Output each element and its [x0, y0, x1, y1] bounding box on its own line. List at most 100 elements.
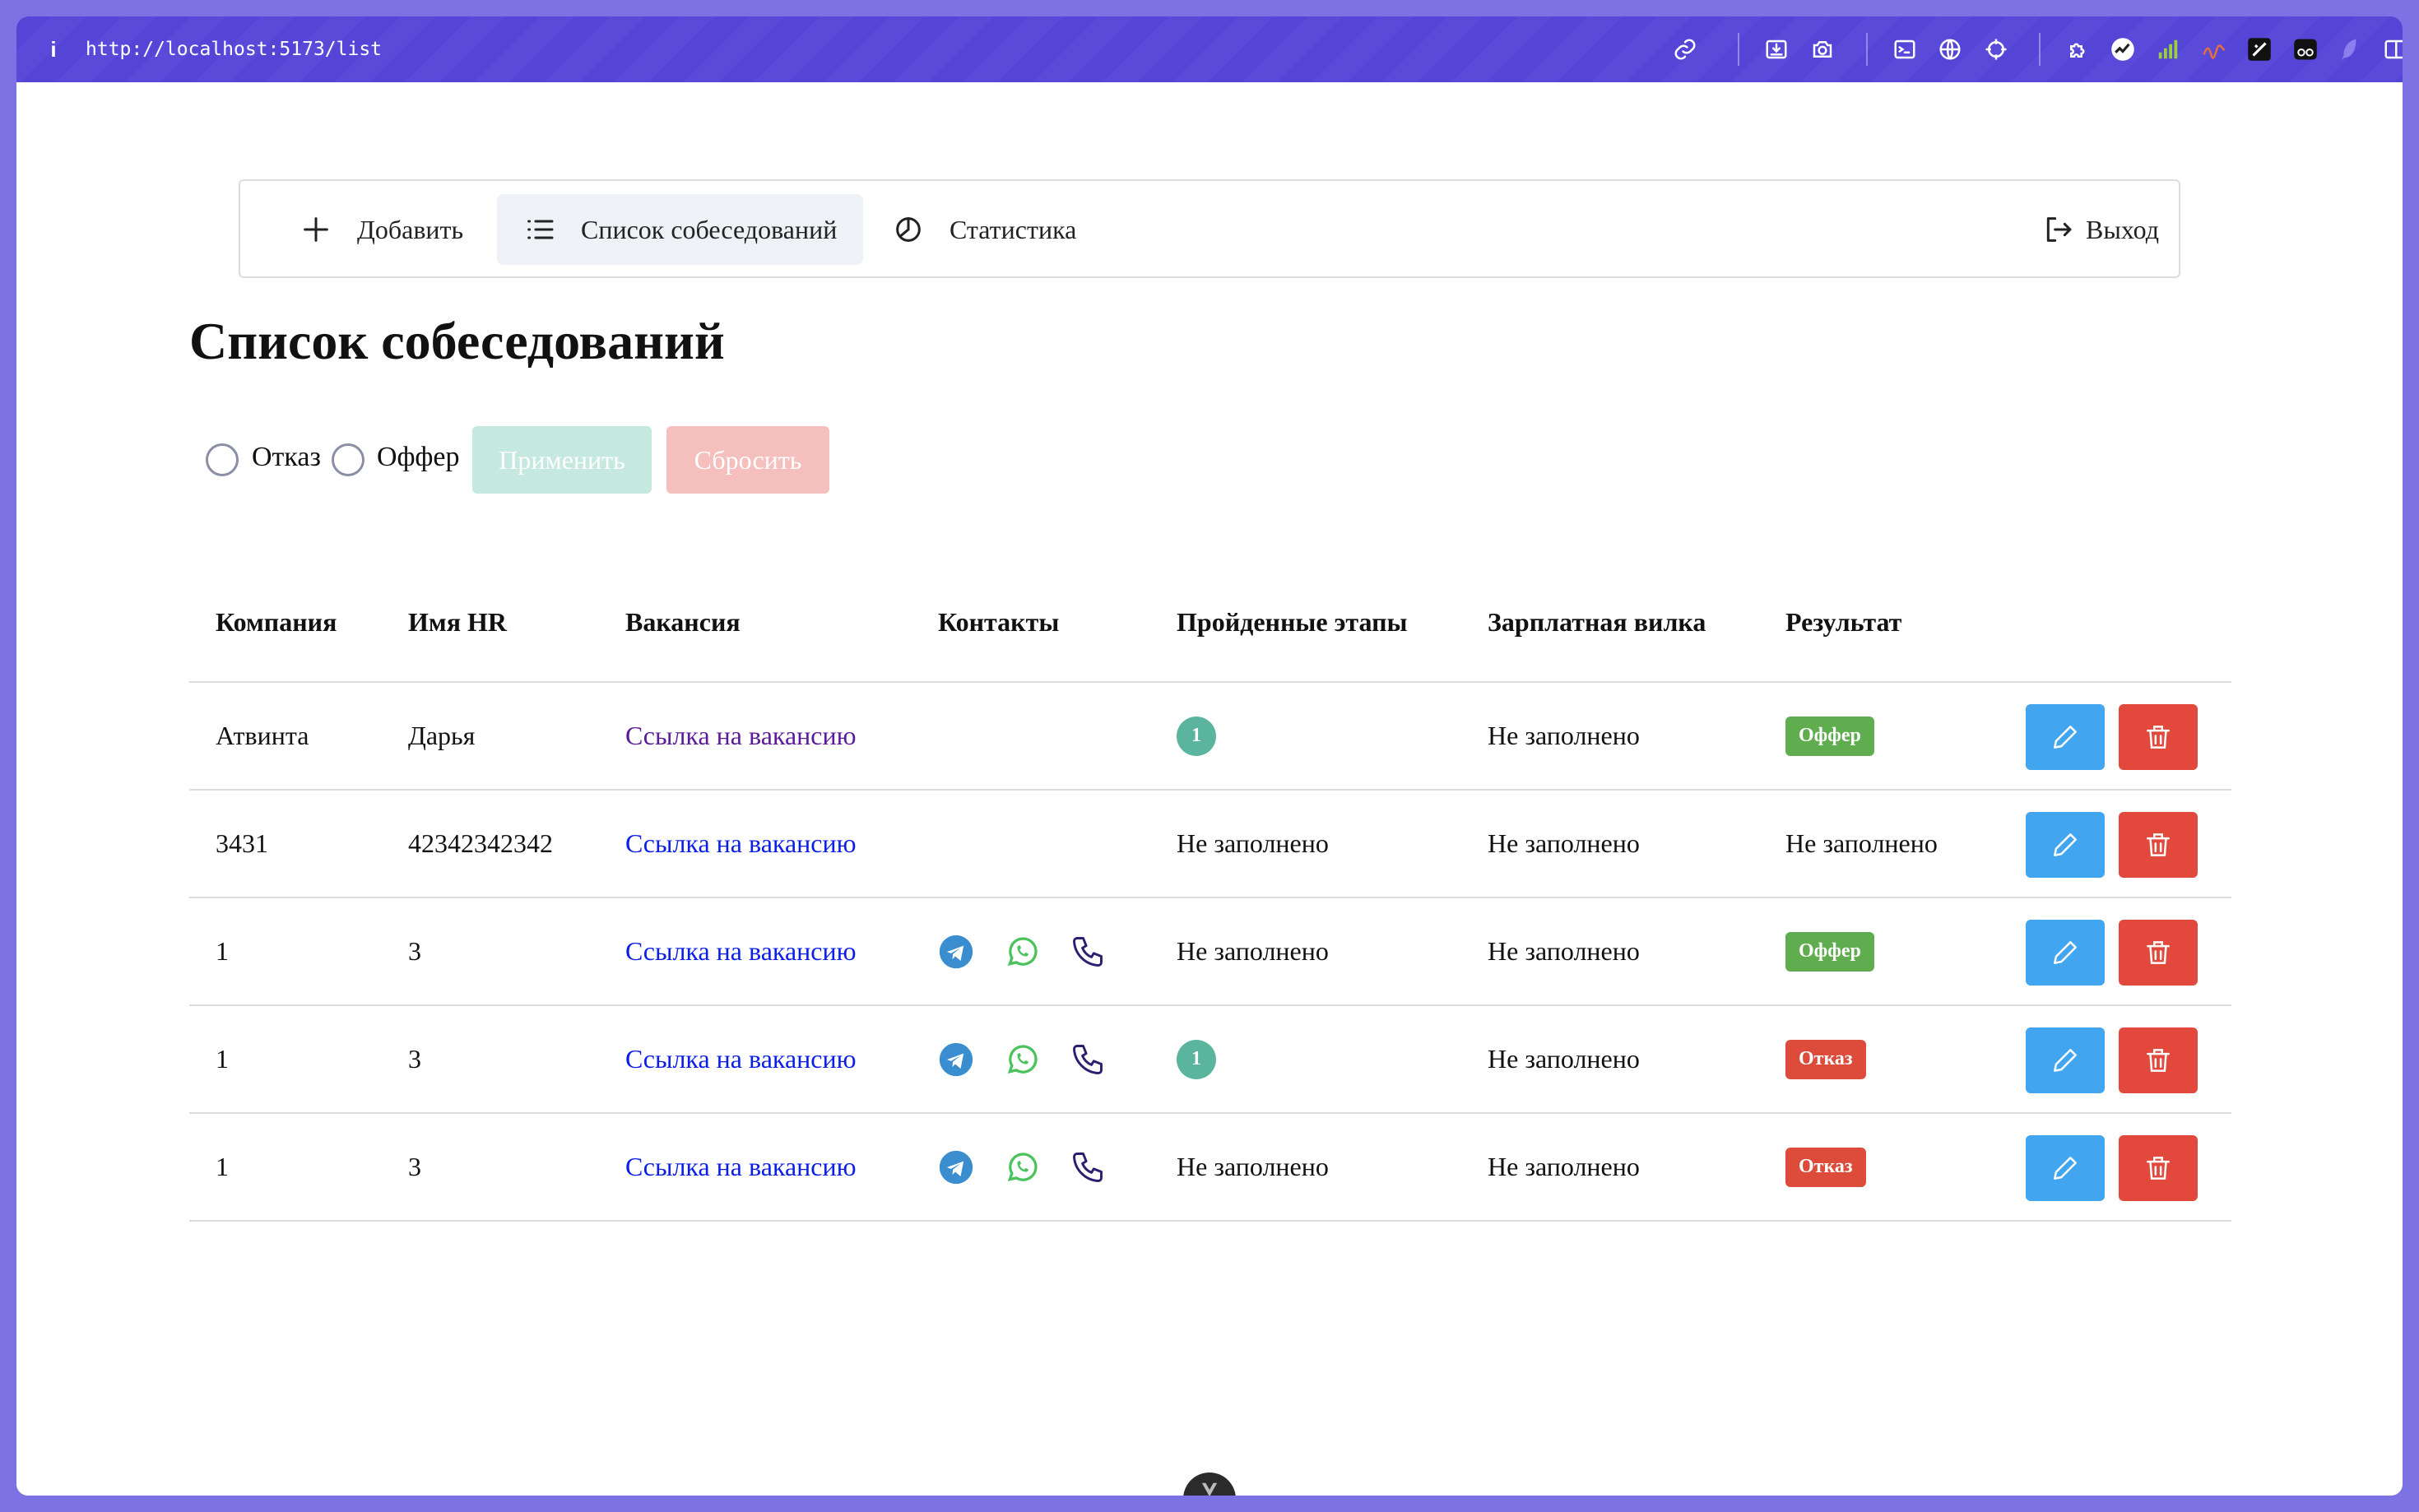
telegram-icon[interactable] — [938, 1149, 974, 1185]
page-title: Список собеседований — [189, 312, 725, 370]
nav-logout-label: Выход — [2086, 214, 2159, 244]
company-cell: 3431 — [216, 828, 268, 858]
wave-icon[interactable] — [2202, 37, 2226, 62]
camera-icon[interactable] — [1810, 37, 1835, 62]
hr-name-cell: Дарья — [408, 721, 476, 750]
delete-button[interactable] — [2119, 1027, 2198, 1093]
salary-cell: Не заполнено — [1488, 936, 1640, 966]
signal-icon[interactable] — [2156, 37, 2180, 62]
edit-button[interactable] — [2026, 704, 2105, 770]
delete-button[interactable] — [2119, 920, 2198, 986]
sidebar-icon[interactable] — [2383, 37, 2403, 62]
delete-button[interactable] — [2119, 812, 2198, 878]
result-badge: Оффер — [1785, 931, 1874, 972]
salary-cell: Не заполнено — [1488, 721, 1640, 750]
contacts-cell — [938, 1006, 1135, 1112]
reset-button[interactable]: Сбросить — [666, 426, 829, 494]
plus-icon — [304, 217, 328, 242]
interviews-table: Компания Имя HR Вакансия Контакты Пройде… — [189, 576, 2231, 1222]
result-badge: Отказ — [1785, 1039, 1866, 1079]
vacancy-link[interactable]: Ссылка на вакансию — [625, 721, 857, 751]
salary-cell: Не заполнено — [1488, 1044, 1640, 1074]
edit-button[interactable] — [2026, 812, 2105, 878]
toolbar-separator — [1866, 33, 1868, 66]
offer-radio[interactable] — [332, 443, 364, 476]
import-icon[interactable] — [1764, 37, 1789, 62]
whatsapp-icon[interactable] — [1004, 1041, 1040, 1078]
delete-button[interactable] — [2119, 704, 2198, 770]
company-cell: 1 — [216, 936, 229, 966]
vue-logo-icon — [1201, 1482, 1218, 1496]
vue-devtools-toggle[interactable] — [1183, 1473, 1236, 1496]
header-hr-name: Имя HR — [408, 607, 507, 637]
browser-toolbar: i http://localhost:5173/list — [16, 16, 2403, 82]
table-row: 3431 42342342342 Ссылка на вакансию Не з… — [189, 791, 2231, 898]
terminal-icon[interactable] — [1892, 37, 1917, 62]
stages-badge: 1 — [1177, 1039, 1216, 1079]
vacancy-link[interactable]: Ссылка на вакансию — [625, 828, 857, 859]
address-bar-url[interactable]: http://localhost:5173/list — [86, 39, 382, 60]
reject-radio-label[interactable]: Отказ — [252, 442, 321, 473]
feather-icon[interactable] — [2338, 37, 2362, 62]
company-cell: Атвинта — [216, 721, 309, 750]
stages-cell: Не заполнено — [1177, 1152, 1329, 1181]
telegram-icon[interactable] — [938, 934, 974, 970]
pie-chart-icon — [896, 217, 921, 242]
table-row: 1 3 Ссылка на вакансию 1 Не заполнено От… — [189, 1006, 2231, 1114]
stages-cell: Не заполнено — [1177, 828, 1329, 858]
pencil-icon — [2054, 1157, 2077, 1180]
phone-icon[interactable] — [1070, 1149, 1106, 1185]
result-badge: Отказ — [1785, 1147, 1866, 1187]
top-navigation: Добавить Список собеседований Статистика… — [239, 179, 2180, 278]
offer-radio-label[interactable]: Оффер — [377, 442, 460, 473]
whatsapp-icon[interactable] — [1004, 1149, 1040, 1185]
table-row: 1 3 Ссылка на вакансию Не заполнено Не з… — [189, 1114, 2231, 1222]
result-cell: Не заполнено — [1785, 828, 1938, 858]
contacts-cell — [938, 1114, 1135, 1220]
reject-radio[interactable] — [206, 443, 239, 476]
header-vacancy: Вакансия — [625, 607, 741, 637]
edit-button[interactable] — [2026, 920, 2105, 986]
vacancy-link[interactable]: Ссылка на вакансию — [625, 1152, 857, 1182]
filter-bar: Отказ Оффер Применить Сбросить — [189, 426, 847, 494]
table-row: Атвинта Дарья Ссылка на вакансию 1 Не за… — [189, 683, 2231, 791]
phone-icon[interactable] — [1070, 934, 1106, 970]
hr-name-cell: 3 — [408, 1152, 421, 1181]
info-icon[interactable]: i — [44, 37, 63, 63]
puzzle-icon[interactable] — [2066, 37, 2091, 62]
whatsapp-icon[interactable] — [1004, 934, 1040, 970]
ink-icon[interactable] — [2247, 37, 2272, 62]
contacts-cell — [938, 898, 1135, 1004]
company-cell: 1 — [216, 1044, 229, 1074]
table-row: 1 3 Ссылка на вакансию Не заполнено Не з… — [189, 898, 2231, 1006]
nav-add[interactable]: Добавить — [273, 194, 490, 265]
result-badge: Оффер — [1785, 716, 1874, 756]
nav-statistics[interactable]: Статистика — [866, 194, 1103, 265]
table-header: Компания Имя HR Вакансия Контакты Пройде… — [189, 576, 2231, 683]
edit-button[interactable] — [2026, 1135, 2105, 1201]
vacancy-link[interactable]: Ссылка на вакансию — [625, 936, 857, 967]
telegram-icon[interactable] — [938, 1041, 974, 1078]
glasses-icon[interactable] — [2293, 37, 2318, 62]
nav-list-label: Список собеседований — [581, 214, 838, 244]
browser-window: i http://localhost:5173/list Добавить Сп… — [16, 16, 2403, 1496]
vacancy-link[interactable]: Ссылка на вакансию — [625, 1044, 857, 1074]
nav-add-label: Добавить — [357, 214, 464, 244]
trash-icon — [2147, 1049, 2170, 1072]
apply-button[interactable]: Применить — [472, 426, 652, 494]
company-cell: 1 — [216, 1152, 229, 1181]
crosshair-icon[interactable] — [1984, 37, 2008, 62]
trash-icon — [2147, 941, 2170, 964]
trash-icon — [2147, 833, 2170, 856]
edit-button[interactable] — [2026, 1027, 2105, 1093]
delete-button[interactable] — [2119, 1135, 2198, 1201]
nav-list[interactable]: Список собеседований — [497, 194, 864, 265]
trash-icon — [2147, 1157, 2170, 1180]
nav-logout[interactable]: Выход — [2015, 194, 2185, 265]
globe-icon[interactable] — [1938, 37, 1962, 62]
hr-name-cell: 3 — [408, 936, 421, 966]
link-icon[interactable] — [1673, 37, 1697, 62]
phone-icon[interactable] — [1070, 1041, 1106, 1078]
graph-icon[interactable] — [2110, 37, 2135, 62]
stages-badge: 1 — [1177, 716, 1216, 756]
